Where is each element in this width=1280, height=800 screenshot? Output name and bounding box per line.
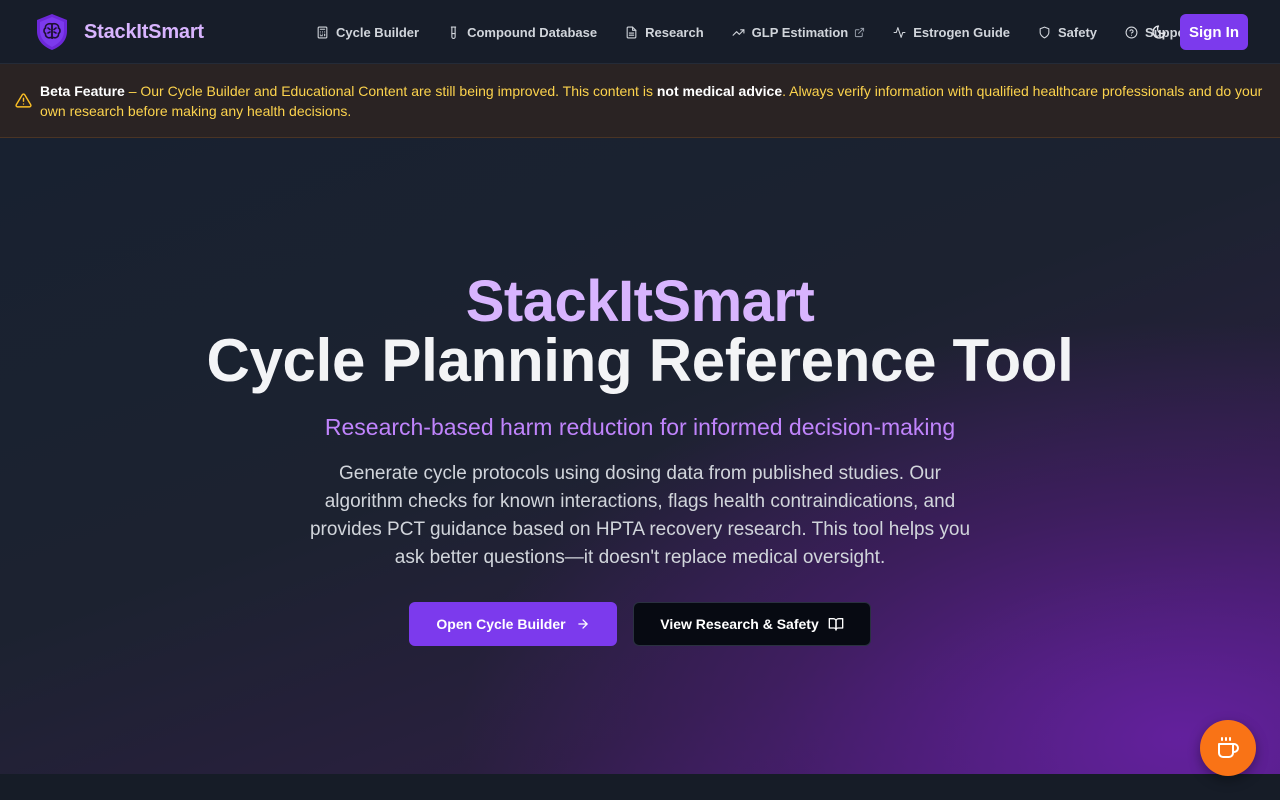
nav-label: GLP Estimation [751,24,849,40]
coffee-cup-icon [1218,737,1239,758]
nav-safety[interactable]: Safety [1028,14,1107,50]
open-cycle-builder-button[interactable]: Open Cycle Builder [409,602,617,646]
nav-label: Research [645,24,704,40]
nav-compound-database[interactable]: Compound Database [437,14,607,50]
banner-message: Beta Feature – Our Cycle Builder and Edu… [40,81,1265,121]
button-label: Open Cycle Builder [436,616,566,632]
hero-section: StackItSmart Cycle Planning Reference To… [0,138,1280,774]
arrow-right-icon [577,619,588,629]
brand-name: StackItSmart [84,20,204,43]
banner-text-before: – Our Cycle Builder and Educational Cont… [124,83,657,99]
top-navbar: StackItSmart Cycle Builder Compound Data… [0,0,1280,64]
help-circle-icon [1125,26,1138,38]
trending-up-icon [732,28,745,36]
calculator-icon [317,26,328,38]
nav-estrogen-guide[interactable]: Estrogen Guide [883,14,1020,50]
shield-brain-logo-icon [37,14,67,50]
nav-label: Cycle Builder [336,24,420,40]
beta-warning-banner: Beta Feature – Our Cycle Builder and Edu… [0,64,1280,138]
nav-label: Compound Database [467,24,598,40]
banner-title: Beta Feature [40,83,125,99]
nav-glp-estimation[interactable]: GLP Estimation [722,14,876,50]
document-icon [626,26,637,38]
brand-home-link[interactable]: StackItSmart [34,13,204,51]
shield-icon [1039,26,1050,38]
nav-research[interactable]: Research [615,14,714,50]
activity-icon [893,26,906,38]
page-bottom-strip [0,774,1280,800]
main-nav: Cycle Builder Compound Database Research… [306,0,1213,64]
view-research-safety-button[interactable]: View Research & Safety [633,602,871,646]
hero-tagline: Research-based harm reduction for inform… [324,414,956,440]
moon-icon [1152,25,1166,39]
button-label: View Research & Safety [660,616,819,632]
hero-title: Cycle Planning Reference Tool [206,327,1074,394]
sign-in-button[interactable]: Sign In [1180,14,1248,50]
hero-description: Generate cycle protocols using dosing da… [309,463,971,568]
warning-triangle-icon [15,93,32,108]
external-link-icon [855,27,865,37]
banner-emphasis: not medical advice [656,83,783,99]
theme-toggle-button[interactable] [1146,18,1172,46]
buy-me-coffee-button[interactable] [1200,720,1256,776]
nav-label: Safety [1058,24,1098,40]
nav-cycle-builder[interactable]: Cycle Builder [306,14,429,50]
hero-brand: StackItSmart [465,269,815,334]
nav-label: Estrogen Guide [913,24,1011,40]
vial-icon [450,26,457,39]
open-book-icon [828,618,844,631]
